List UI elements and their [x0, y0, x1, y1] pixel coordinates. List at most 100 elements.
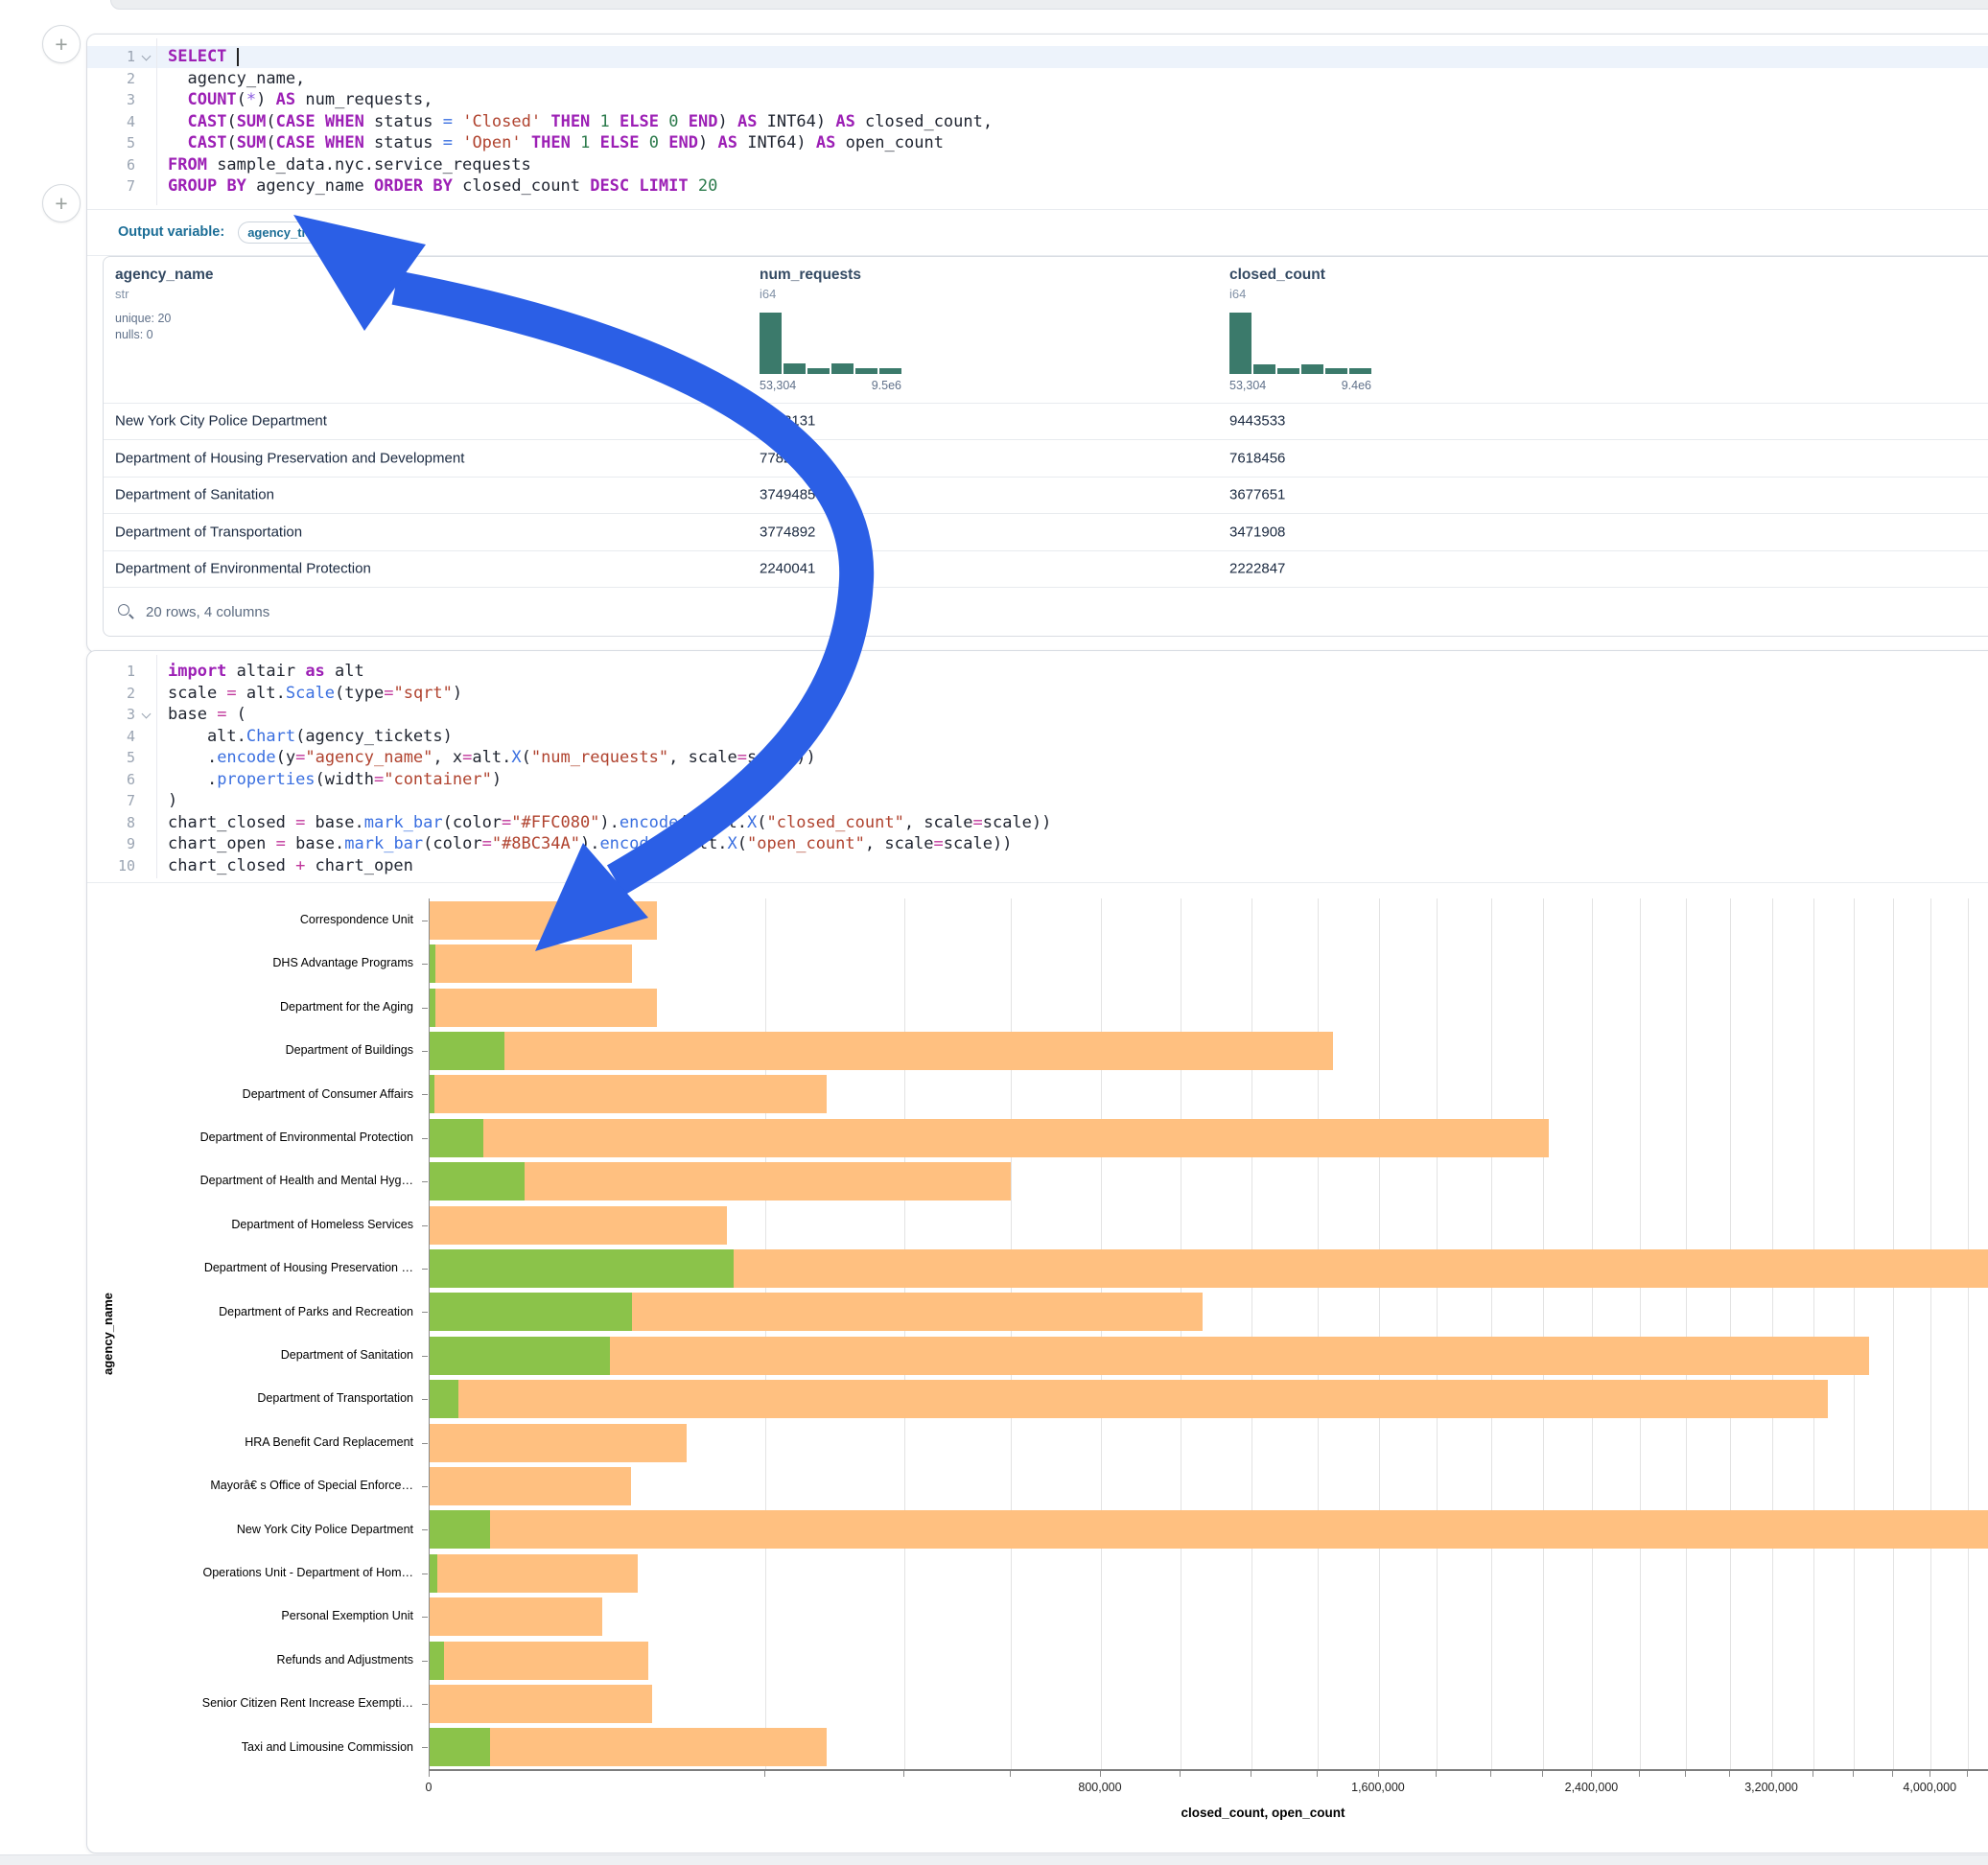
code-line[interactable]: 1SELECT: [87, 46, 1988, 68]
code-line[interactable]: 2scale = alt.Scale(type="sqrt"): [87, 683, 1988, 705]
table-cell: Department of Housing Preservation and D…: [115, 450, 464, 466]
python-code-editor[interactable]: 1 import altair as alt2scale = alt.Scale(…: [87, 651, 1988, 882]
x-tick: [1853, 1771, 1854, 1777]
gridline: [1640, 898, 1641, 1769]
add-cell-button-top[interactable]: +: [42, 25, 81, 63]
gridline: [1379, 898, 1380, 1769]
y-tick: [422, 1094, 428, 1095]
code-line[interactable]: 7): [87, 790, 1988, 812]
code-line[interactable]: 3base = (: [87, 704, 1988, 726]
table-row: Department of Housing Preservation and D…: [104, 439, 1988, 477]
code-line[interactable]: 6 .properties(width="container"): [87, 769, 1988, 791]
histogram-bar: [807, 368, 830, 374]
code-text: agency_name,: [156, 68, 305, 90]
line-number: 5: [87, 132, 135, 154]
bar-open_count: [430, 1337, 610, 1375]
column-header-agency-name: agency_name str unique: 20 nulls: 0: [115, 267, 214, 343]
table-row: Department of Transportation377489234719…: [104, 513, 1988, 550]
gridline: [1772, 898, 1773, 1769]
y-tick: [422, 1356, 428, 1357]
sql-cell: 1SELECT 2 agency_name,3 COUNT(*) AS num_…: [86, 34, 1988, 653]
code-line[interactable]: 9chart_open = base.mark_bar(color="#8BC3…: [87, 833, 1988, 855]
code-line[interactable]: 7GROUP BY agency_name ORDER BY closed_co…: [87, 175, 1988, 198]
gridline: [1592, 898, 1593, 1769]
table-cell: 7618456: [1229, 450, 1285, 466]
bar-closed_count: [430, 1337, 1869, 1375]
gridline: [1437, 898, 1438, 1769]
y-axis-label: Department of Health and Mental Hyg…: [87, 1159, 413, 1202]
line-number: 8: [87, 812, 135, 834]
chart-x-axis-line: [429, 1769, 1988, 1771]
add-cell-button-output[interactable]: +: [42, 184, 81, 222]
output-variable-pill[interactable]: agency_tickets: [238, 221, 334, 244]
line-number: 6: [87, 769, 135, 791]
code-text: GROUP BY agency_name ORDER BY closed_cou…: [156, 175, 717, 198]
bar-closed_count: [430, 989, 657, 1027]
code-line[interactable]: 4 CAST(SUM(CASE WHEN status = 'Closed' T…: [87, 111, 1988, 133]
table-cell: 3677651: [1229, 487, 1285, 503]
histogram-bar: [1253, 364, 1275, 374]
y-axis-label: Personal Exemption Unit: [87, 1595, 413, 1638]
bar-closed_count: [430, 1554, 638, 1593]
line-number: 4: [87, 726, 135, 748]
code-line[interactable]: 2 agency_name,: [87, 68, 1988, 90]
gridline: [1968, 898, 1969, 1769]
table-cell: 3749485: [760, 487, 815, 503]
code-line[interactable]: 10chart_closed + chart_open: [87, 855, 1988, 877]
y-axis-label: Department for the Aging: [87, 986, 413, 1029]
x-tick: [1378, 1771, 1379, 1777]
bar-open_count: [430, 989, 435, 1027]
line-number: 5: [87, 747, 135, 769]
bar-closed_count: [430, 901, 657, 940]
code-line[interactable]: 6 FROM sample_data.nyc.service_requests: [87, 154, 1988, 176]
bar-closed_count: [430, 1642, 648, 1680]
code-text: FROM sample_data.nyc.service_requests: [156, 154, 531, 176]
code-line[interactable]: 5 .encode(y="agency_name", x=alt.X("num_…: [87, 747, 1988, 769]
line-number: 1: [87, 661, 135, 683]
bar-open_count: [430, 1119, 483, 1157]
code-line[interactable]: 1 import altair as alt: [87, 661, 1988, 683]
code-line[interactable]: 8 chart_closed = base.mark_bar(color="#FF…: [87, 812, 1988, 834]
x-tick: [1729, 1771, 1730, 1777]
code-line[interactable]: 5 CAST(SUM(CASE WHEN status = 'Open' THE…: [87, 132, 1988, 154]
column-name: closed_count: [1229, 267, 1371, 284]
column-type: i64: [1229, 287, 1371, 301]
table-cell: 3774892: [760, 524, 815, 540]
output-variable-row: Output variable: agency_tickets: [87, 209, 1988, 256]
code-text: import altair as alt: [156, 661, 364, 683]
search-icon[interactable]: [117, 603, 134, 620]
y-tick: [422, 1617, 428, 1618]
y-tick: [422, 1225, 428, 1226]
gutter-divider: [156, 655, 157, 878]
x-axis-label: 1,600,000: [1351, 1781, 1405, 1794]
y-tick: [422, 1008, 428, 1009]
histogram-labels: 53,3049.4e6: [1229, 379, 1371, 392]
x-tick: [1591, 1771, 1592, 1777]
result-table[interactable]: agency_name str unique: 20 nulls: 0 num_…: [103, 256, 1988, 638]
fold-chevron-icon[interactable]: [142, 53, 150, 60]
code-line[interactable]: 4 alt.Chart(agency_tickets): [87, 726, 1988, 748]
gridline: [1893, 898, 1894, 1769]
bar-closed_count: [430, 1119, 1549, 1157]
sql-code-editor[interactable]: 1SELECT 2 agency_name,3 COUNT(*) AS num_…: [87, 35, 1988, 209]
fold-chevron-icon[interactable]: [142, 711, 150, 718]
x-tick: [1490, 1771, 1491, 1777]
y-axis-label: New York City Police Department: [87, 1508, 413, 1551]
histogram-closed-count: [1229, 313, 1371, 374]
bar-closed_count: [430, 1467, 631, 1505]
table-row: Department of Environmental Protection22…: [104, 550, 1988, 588]
bar-closed_count: [430, 1206, 727, 1245]
bar-open_count: [430, 1510, 490, 1549]
y-tick: [422, 1181, 428, 1182]
code-line[interactable]: 3 COUNT(*) AS num_requests,: [87, 89, 1988, 111]
y-axis-label: HRA Benefit Card Replacement: [87, 1421, 413, 1464]
table-cell: 2240041: [760, 561, 815, 577]
x-tick: [1317, 1771, 1318, 1777]
histogram-bar: [1325, 368, 1347, 373]
table-cell: Department of Transportation: [115, 524, 302, 540]
line-number: 6: [87, 154, 135, 176]
code-text: chart_closed = base.mark_bar(color="#FFC…: [156, 812, 1051, 834]
y-axis-label: Department of Housing Preservation …: [87, 1247, 413, 1290]
bar-open_count: [430, 1249, 734, 1288]
y-axis-label: Department of Environmental Protection: [87, 1116, 413, 1159]
